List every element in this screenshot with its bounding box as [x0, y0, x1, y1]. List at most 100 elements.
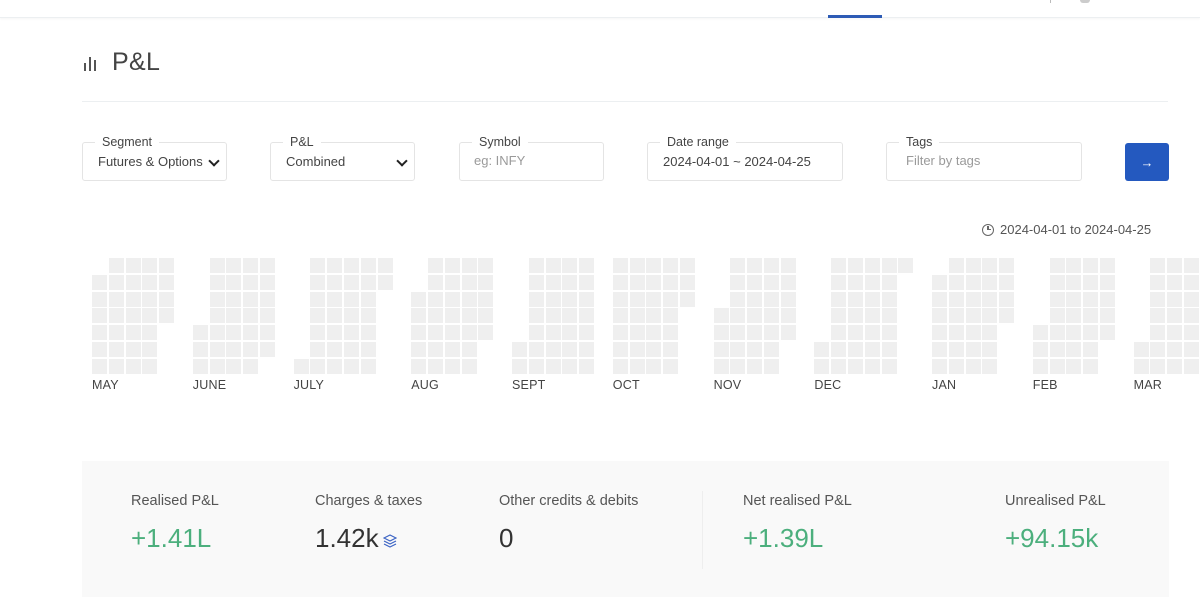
- heatmap-day-cell[interactable]: [327, 308, 343, 324]
- heatmap-day-cell[interactable]: [209, 308, 225, 324]
- heatmap-day-cell[interactable]: [461, 258, 477, 273]
- heatmap-day-cell[interactable]: [327, 291, 343, 307]
- heatmap-day-cell[interactable]: [1083, 342, 1099, 357]
- heatmap-day-cell[interactable]: [545, 258, 561, 273]
- heatmap-day-cell[interactable]: [428, 274, 443, 290]
- heatmap-day-cell[interactable]: [747, 258, 763, 273]
- heatmap-day-cell[interactable]: [629, 308, 645, 324]
- heatmap-day-cell[interactable]: [512, 358, 527, 374]
- heatmap-day-cell[interactable]: [1083, 325, 1099, 341]
- heatmap-day-cell[interactable]: [260, 325, 275, 341]
- heatmap-day-cell[interactable]: [411, 358, 427, 374]
- date-range-field[interactable]: Date range 2024-04-01 ~ 2024-04-25: [647, 135, 843, 181]
- heatmap-day-cell[interactable]: [360, 308, 376, 324]
- heatmap-day-cell[interactable]: [243, 358, 259, 374]
- heatmap-day-cell[interactable]: [1083, 274, 1099, 290]
- heatmap-day-cell[interactable]: [730, 325, 746, 341]
- heatmap-day-cell[interactable]: [545, 308, 561, 324]
- heatmap-day-cell[interactable]: [1066, 325, 1082, 341]
- heatmap-day-cell[interactable]: [310, 325, 326, 341]
- heatmap-day-cell[interactable]: [948, 291, 964, 307]
- heatmap-day-cell[interactable]: [142, 342, 158, 357]
- heatmap-day-cell[interactable]: [428, 258, 443, 273]
- heatmap-day-cell[interactable]: [209, 325, 225, 341]
- heatmap-day-cell[interactable]: [125, 258, 141, 273]
- heatmap-day-cell[interactable]: [528, 291, 544, 307]
- heatmap-day-cell[interactable]: [344, 291, 359, 307]
- heatmap-day-cell[interactable]: [948, 342, 964, 357]
- heatmap-day-cell[interactable]: [1184, 291, 1199, 307]
- heatmap-day-cell[interactable]: [1133, 342, 1149, 357]
- heatmap-day-cell[interactable]: [108, 258, 124, 273]
- heatmap-day-cell[interactable]: [142, 358, 158, 374]
- pnl-select[interactable]: P&L Combined: [270, 135, 415, 181]
- heatmap-day-cell[interactable]: [646, 358, 662, 374]
- submit-button[interactable]: →: [1125, 143, 1169, 181]
- heatmap-day-cell[interactable]: [780, 274, 796, 290]
- heatmap-day-cell[interactable]: [1083, 308, 1099, 324]
- heatmap-day-cell[interactable]: [562, 358, 578, 374]
- heatmap-day-cell[interactable]: [1049, 274, 1065, 290]
- heatmap-day-cell[interactable]: [848, 342, 863, 357]
- heatmap-day-cell[interactable]: [629, 258, 645, 273]
- heatmap-day-cell[interactable]: [1066, 291, 1082, 307]
- heatmap-day-cell[interactable]: [730, 308, 746, 324]
- heatmap-day-cell[interactable]: [478, 274, 494, 290]
- heatmap-day-cell[interactable]: [1066, 342, 1082, 357]
- heatmap-day-cell[interactable]: [108, 358, 124, 374]
- heatmap-day-cell[interactable]: [344, 274, 359, 290]
- heatmap-day-cell[interactable]: [444, 291, 460, 307]
- heatmap-day-cell[interactable]: [629, 291, 645, 307]
- heatmap-day-cell[interactable]: [965, 274, 981, 290]
- heatmap-day-cell[interactable]: [1100, 308, 1115, 324]
- heatmap-day-cell[interactable]: [327, 342, 343, 357]
- heatmap-day-cell[interactable]: [579, 291, 595, 307]
- heatmap-day-cell[interactable]: [881, 342, 897, 357]
- tags-input[interactable]: [906, 153, 1076, 168]
- heatmap-day-cell[interactable]: [948, 274, 964, 290]
- heatmap-day-cell[interactable]: [864, 308, 880, 324]
- heatmap-day-cell[interactable]: [344, 358, 359, 374]
- heatmap-day-cell[interactable]: [528, 358, 544, 374]
- heatmap-day-cell[interactable]: [982, 274, 998, 290]
- heatmap-day-cell[interactable]: [226, 358, 242, 374]
- heatmap-day-cell[interactable]: [646, 258, 662, 273]
- heatmap-day-cell[interactable]: [545, 274, 561, 290]
- heatmap-day-cell[interactable]: [579, 274, 595, 290]
- heatmap-day-cell[interactable]: [562, 274, 578, 290]
- heatmap-day-cell[interactable]: [663, 308, 679, 324]
- heatmap-day-cell[interactable]: [92, 308, 107, 324]
- heatmap-day-cell[interactable]: [327, 274, 343, 290]
- heatmap-day-cell[interactable]: [344, 258, 359, 273]
- heatmap-day-cell[interactable]: [108, 291, 124, 307]
- heatmap-day-cell[interactable]: [125, 308, 141, 324]
- heatmap-day-cell[interactable]: [310, 274, 326, 290]
- heatmap-day-cell[interactable]: [881, 291, 897, 307]
- heatmap-day-cell[interactable]: [999, 258, 1015, 273]
- heatmap-day-cell[interactable]: [1184, 258, 1199, 273]
- heatmap-day-cell[interactable]: [243, 258, 259, 273]
- heatmap-day-cell[interactable]: [579, 258, 595, 273]
- heatmap-day-cell[interactable]: [461, 291, 477, 307]
- heatmap-day-cell[interactable]: [730, 291, 746, 307]
- heatmap-day-cell[interactable]: [1049, 342, 1065, 357]
- heatmap-day-cell[interactable]: [108, 342, 124, 357]
- heatmap-day-cell[interactable]: [730, 358, 746, 374]
- heatmap-day-cell[interactable]: [562, 308, 578, 324]
- heatmap-day-cell[interactable]: [1150, 274, 1166, 290]
- heatmap-day-cell[interactable]: [1066, 358, 1082, 374]
- heatmap-day-cell[interactable]: [965, 342, 981, 357]
- heatmap-day-cell[interactable]: [344, 308, 359, 324]
- heatmap-day-cell[interactable]: [814, 358, 830, 374]
- heatmap-day-cell[interactable]: [764, 308, 779, 324]
- heatmap-day-cell[interactable]: [663, 325, 679, 341]
- heatmap-day-cell[interactable]: [982, 325, 998, 341]
- heatmap-day-cell[interactable]: [848, 358, 863, 374]
- heatmap-day-cell[interactable]: [629, 358, 645, 374]
- heatmap-day-cell[interactable]: [1150, 308, 1166, 324]
- heatmap-day-cell[interactable]: [831, 342, 847, 357]
- heatmap-day-cell[interactable]: [780, 308, 796, 324]
- heatmap-day-cell[interactable]: [478, 291, 494, 307]
- heatmap-day-cell[interactable]: [512, 342, 527, 357]
- heatmap-day-cell[interactable]: [209, 342, 225, 357]
